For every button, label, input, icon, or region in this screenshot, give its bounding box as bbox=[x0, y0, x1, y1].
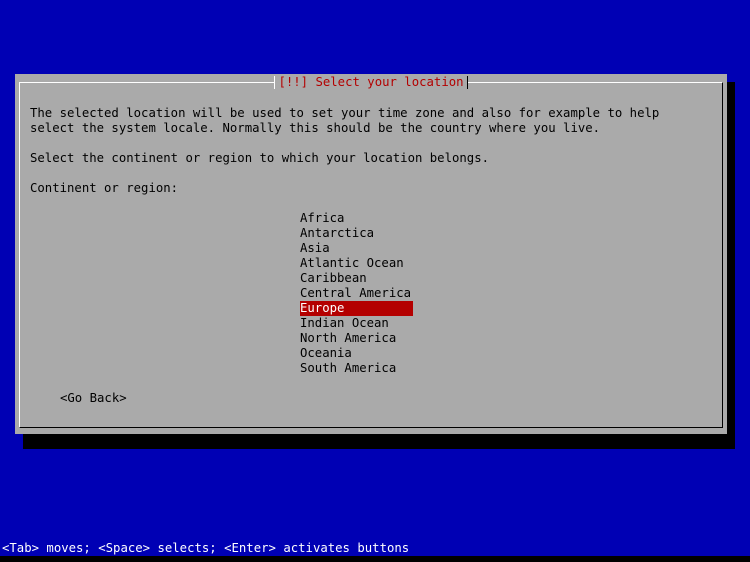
field-label: Continent or region: bbox=[30, 181, 179, 195]
region-item-caribbean[interactable]: Caribbean bbox=[300, 271, 413, 286]
go-back-button[interactable]: <Go Back> bbox=[60, 391, 127, 406]
region-item-asia[interactable]: Asia bbox=[300, 241, 413, 256]
region-item-north-america[interactable]: North America bbox=[300, 331, 413, 346]
installer-screen: [!!] Select your location The selected l… bbox=[0, 0, 750, 562]
bottom-strip bbox=[0, 556, 750, 562]
select-location-dialog: [!!] Select your location The selected l… bbox=[15, 74, 727, 434]
instruction-text: Select the continent or region to which … bbox=[30, 151, 490, 165]
region-item-indian-ocean[interactable]: Indian Ocean bbox=[300, 316, 413, 331]
region-item-europe[interactable]: Europe bbox=[300, 301, 413, 316]
region-list[interactable]: Africa Antarctica Asia Atlantic Ocean Ca… bbox=[300, 211, 413, 376]
region-item-africa[interactable]: Africa bbox=[300, 211, 413, 226]
status-bar-help: <Tab> moves; <Space> selects; <Enter> ac… bbox=[2, 541, 410, 555]
region-item-atlantic-ocean[interactable]: Atlantic Ocean bbox=[300, 256, 413, 271]
region-item-antarctica[interactable]: Antarctica bbox=[300, 226, 413, 241]
region-item-central-america[interactable]: Central America bbox=[300, 286, 413, 301]
region-item-oceania[interactable]: Oceania bbox=[300, 346, 413, 361]
description-line-1: The selected location will be used to se… bbox=[30, 106, 660, 120]
description-line-2: select the system locale. Normally this … bbox=[30, 121, 601, 135]
region-item-south-america[interactable]: South America bbox=[300, 361, 413, 376]
